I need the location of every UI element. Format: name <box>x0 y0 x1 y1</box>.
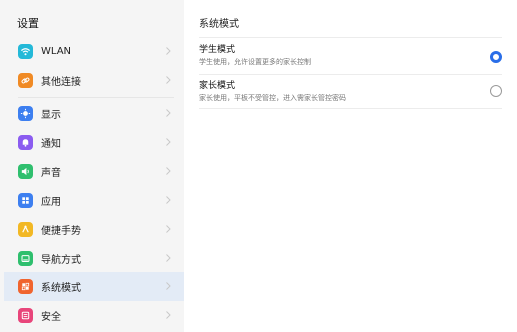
chevron-right-icon <box>166 138 171 146</box>
sidebar-item-label: 应用 <box>41 197 61 208</box>
parent-mode-radio[interactable] <box>490 85 502 97</box>
navigation-icon <box>18 251 33 266</box>
sidebar-item-security[interactable]: 安全 <box>4 301 184 330</box>
bell-icon <box>18 135 33 150</box>
chevron-right-icon <box>166 196 171 204</box>
option-parent-mode[interactable]: 家长模式 家长使用，平板不受管控，进入需家长管控密码 <box>199 81 515 111</box>
chevron-right-icon <box>166 254 171 262</box>
sidebar-item-wlan[interactable]: WLAN <box>4 37 184 66</box>
sidebar-item-display[interactable]: 显示 <box>4 99 184 128</box>
apps-icon <box>18 193 33 208</box>
sidebar-item-label: 通知 <box>41 139 61 150</box>
settings-window: 设置 WLAN 其他连接 显示 通知 声音 应用 便捷手势 导航方式 系统模式 … <box>0 0 517 332</box>
security-icon <box>18 308 33 323</box>
chevron-right-icon <box>166 282 171 290</box>
chevron-right-icon <box>166 109 171 117</box>
option-divider <box>199 74 502 75</box>
sidebar-item-label: WLAN <box>41 46 72 57</box>
page-title: 系统模式 <box>199 19 239 30</box>
option-student-mode[interactable]: 学生模式 学生使用，允许设置更多的家长控制 <box>199 45 515 75</box>
option-title: 家长模式 <box>199 81 236 91</box>
sidebar-title: 设置 <box>17 17 39 30</box>
sidebar-divider <box>18 97 174 98</box>
title-divider <box>199 37 502 38</box>
option-subtitle: 学生使用，允许设置更多的家长控制 <box>199 58 311 66</box>
sidebar-item-label: 其他连接 <box>41 77 81 88</box>
system-mode-icon <box>18 279 33 294</box>
sidebar-item-system-mode[interactable]: 系统模式 <box>4 272 184 301</box>
chevron-right-icon <box>166 76 171 84</box>
option-divider <box>199 108 502 109</box>
sidebar-item-label: 便捷手势 <box>41 226 81 237</box>
main-panel: 系统模式 学生模式 学生使用，允许设置更多的家长控制 家长模式 家长使用，平板不… <box>184 0 517 332</box>
display-icon <box>18 106 33 121</box>
chevron-right-icon <box>166 311 171 319</box>
link-icon <box>18 73 33 88</box>
chevron-right-icon <box>166 167 171 175</box>
sidebar-item-label: 显示 <box>41 110 61 121</box>
sidebar-item-label: 系统模式 <box>41 283 81 294</box>
wifi-icon <box>18 44 33 59</box>
option-title: 学生模式 <box>199 45 236 55</box>
sidebar-item-label: 导航方式 <box>41 255 81 266</box>
sidebar-item-label: 安全 <box>41 312 61 323</box>
option-subtitle: 家长使用，平板不受管控，进入需家长管控密码 <box>199 94 346 102</box>
student-mode-radio[interactable] <box>490 51 502 63</box>
sidebar-item-navigation[interactable]: 导航方式 <box>4 244 184 273</box>
gesture-icon <box>18 222 33 237</box>
sidebar-item-gestures[interactable]: 便捷手势 <box>4 215 184 244</box>
sidebar-item-other-connections[interactable]: 其他连接 <box>4 66 184 95</box>
sidebar-item-sound[interactable]: 声音 <box>4 157 184 186</box>
sidebar: 设置 WLAN 其他连接 显示 通知 声音 应用 便捷手势 导航方式 系统模式 … <box>0 0 184 332</box>
sidebar-item-notifications[interactable]: 通知 <box>4 128 184 157</box>
sidebar-item-apps[interactable]: 应用 <box>4 186 184 215</box>
sidebar-item-label: 声音 <box>41 168 61 179</box>
chevron-right-icon <box>166 47 171 55</box>
speaker-icon <box>18 164 33 179</box>
chevron-right-icon <box>166 225 171 233</box>
